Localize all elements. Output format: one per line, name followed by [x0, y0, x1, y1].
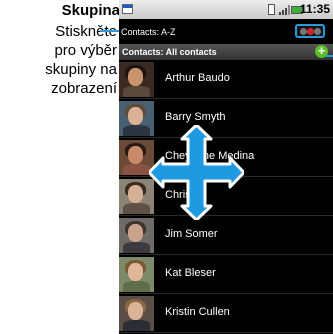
- contact-name: Arthur Baudo: [165, 72, 230, 84]
- dpad-icon[interactable]: [149, 125, 244, 220]
- callout-title: Skupina: [61, 2, 120, 19]
- contact-name: Kat Bleser: [165, 267, 216, 279]
- signal-icon: [279, 5, 290, 15]
- sort-label: Contacts: A-Z: [121, 27, 176, 37]
- contact-name: Kristin Cullen: [165, 306, 230, 318]
- contact-name: Jim Somer: [165, 228, 218, 240]
- contacts-header: Contacts: A-Z: [119, 19, 333, 44]
- avatar: [119, 62, 154, 97]
- status-time: 11:35: [299, 2, 330, 16]
- contact-row[interactable]: Arthur Baudo: [119, 60, 333, 99]
- callout-description: Stiskněte pro výběr skupiny na zobrazení: [0, 22, 117, 98]
- avatar: [119, 257, 154, 292]
- contact-row[interactable]: Kat Bleser: [119, 255, 333, 294]
- contact-row[interactable]: Jim Somer: [119, 216, 333, 255]
- app-icon: [122, 4, 133, 14]
- avatar: [119, 296, 154, 331]
- group-toggle-icon[interactable]: [295, 24, 325, 38]
- group-label: Contacts: All contacts: [122, 47, 217, 57]
- callout-right-leader: [326, 55, 333, 57]
- avatar: [119, 218, 154, 253]
- contact-row[interactable]: Kristin Cullen: [119, 294, 333, 333]
- group-subheader: Contacts: All contacts +: [119, 44, 333, 60]
- contact-name: Barry Smyth: [165, 111, 226, 123]
- status-bar: 11:35: [119, 0, 333, 19]
- phone-icon: [268, 4, 275, 15]
- callout-description-line-2: pro výběr: [54, 42, 117, 59]
- callout-description-line-3: skupiny na: [45, 61, 117, 78]
- callout-description-line-4: zobrazení: [51, 80, 117, 97]
